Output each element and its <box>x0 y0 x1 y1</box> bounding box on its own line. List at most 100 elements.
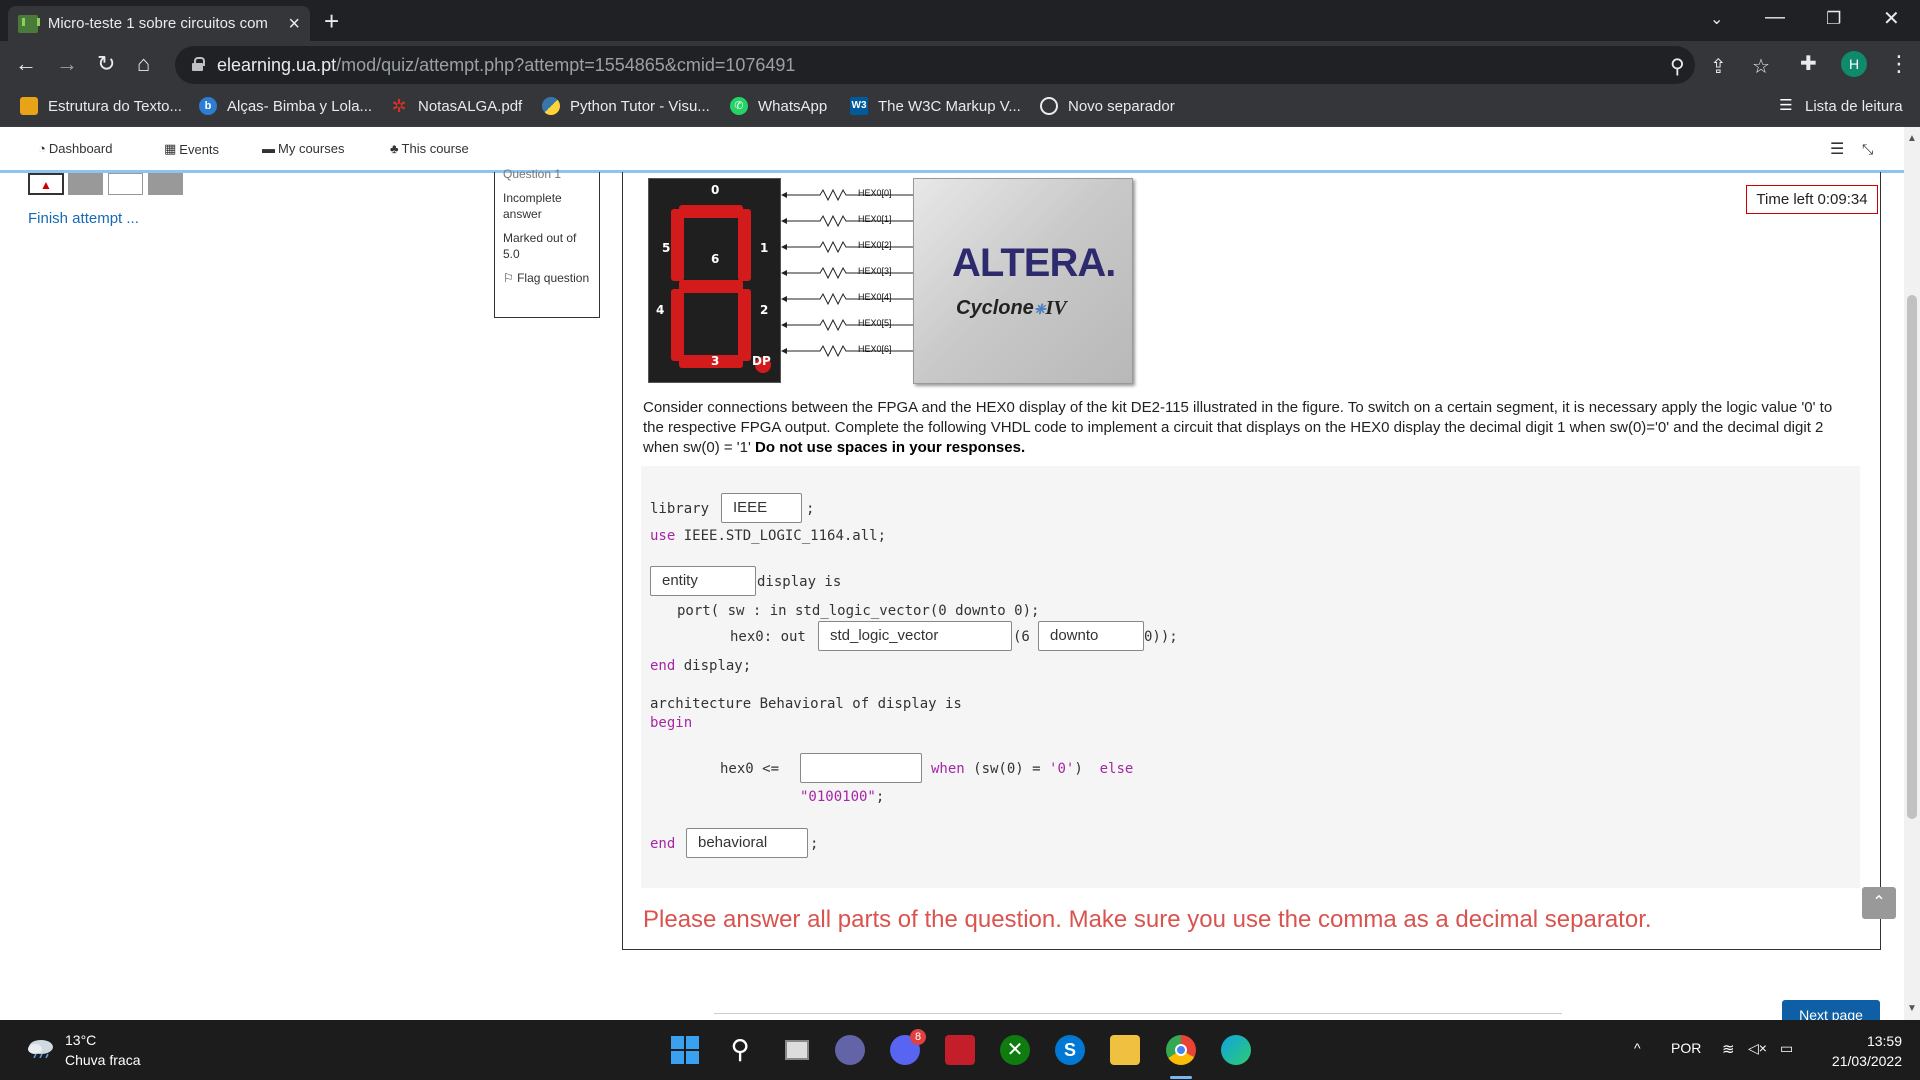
system-clock[interactable]: 13:59 21/03/2022 <box>1820 1031 1902 1071</box>
segment-label: 6 <box>711 252 720 266</box>
home-icon[interactable]: ⌂ <box>137 51 150 77</box>
teams-chat-icon[interactable] <box>835 1035 865 1065</box>
profile-avatar[interactable]: H <box>1841 51 1867 77</box>
battery-icon[interactable]: ▭ <box>1780 1040 1793 1057</box>
bookmark-item[interactable]: Python Tutor - Visu... <box>542 97 710 115</box>
resistor-wires <box>781 188 915 358</box>
file-explorer-icon[interactable] <box>1110 1035 1140 1065</box>
type-input[interactable]: std_logic_vector <box>818 621 1012 651</box>
toggle-drawer-icon[interactable]: ☰ <box>1830 139 1844 159</box>
minimize-icon[interactable]: — <box>1765 6 1785 29</box>
app-red-icon[interactable] <box>945 1035 975 1065</box>
windows-taskbar: 13°C Chuva fraca ⚲ 8 ✕ S ^ POR ≋ ◁× ▭ 13… <box>0 1020 1920 1080</box>
code-hex0-out: hex0: out <box>730 629 806 645</box>
code-library-kw: library <box>650 501 710 517</box>
cyclone-swirl-icon: ❈ <box>1033 301 1046 317</box>
zoom-icon[interactable]: ⚲ <box>1670 54 1685 79</box>
share-icon[interactable]: ⇪ <box>1710 54 1727 79</box>
nav-dashboard[interactable]: ◔ Dashboard <box>38 141 112 156</box>
w3c-favicon-icon: W3 <box>850 97 868 115</box>
reload-icon[interactable]: ↻ <box>97 51 115 77</box>
cloud-rain-icon <box>28 1040 53 1058</box>
quiz-nav-question-3[interactable] <box>108 173 143 195</box>
cyclone-logo: Cyclone❈IV <box>956 297 1067 319</box>
forward-icon[interactable]: → <box>56 51 78 77</box>
edge-icon[interactable] <box>1221 1035 1251 1065</box>
chevron-up-icon: ⌃ <box>1872 894 1886 911</box>
code-else-value: "0100100"; <box>800 789 885 805</box>
code-semicolon: ; <box>806 501 815 517</box>
wifi-icon[interactable]: ≋ <box>1722 1040 1735 1058</box>
scroll-up-icon[interactable]: ▲ <box>1907 133 1917 144</box>
segment-0 <box>679 205 743 218</box>
segment-1 <box>738 209 751 281</box>
address-bar[interactable]: elearning.ua.pt/mod/quiz/attempt.php?att… <box>175 46 1770 84</box>
bookmark-item[interactable]: W3 The W3C Markup V... <box>850 97 1021 115</box>
bookmark-item[interactable]: b Alças- Bimba y Lola... <box>199 97 372 115</box>
collapse-fullscreen-icon[interactable]: ⤡ <box>1862 141 1873 158</box>
code-end-kw: end <box>650 836 676 852</box>
end-name-input[interactable]: behavioral <box>686 828 808 858</box>
moodle-favicon-icon <box>18 14 40 33</box>
next-page-button[interactable]: Next page <box>1782 1000 1880 1022</box>
library-input[interactable]: IEEE <box>721 493 802 523</box>
assign-value-input[interactable] <box>800 753 922 783</box>
bookmark-item[interactable]: ✆ WhatsApp <box>730 97 827 115</box>
downto-input[interactable]: downto <box>1038 621 1144 651</box>
bookmark-item[interactable]: ✲ NotasALGA.pdf <box>390 97 522 115</box>
whatsapp-icon: ✆ <box>730 97 748 115</box>
browser-tab-active[interactable]: Micro-teste 1 sobre circuitos com × <box>8 6 310 41</box>
back-to-top-button[interactable]: ⌃ <box>1862 887 1896 919</box>
task-view-icon[interactable] <box>782 1035 812 1065</box>
nav-events[interactable]: ▦ Events <box>164 141 219 157</box>
nav-this-course[interactable]: ♣ This course <box>390 141 469 156</box>
seven-segment-display: 0 1 2 3 4 5 6 DP <box>648 178 781 383</box>
close-window-icon[interactable]: ✕ <box>1883 6 1900 31</box>
scroll-down-icon[interactable]: ▼ <box>1907 1003 1917 1014</box>
close-tab-icon[interactable]: × <box>288 14 300 34</box>
discord-icon[interactable]: 8 <box>890 1029 926 1065</box>
flag-question[interactable]: ⚐ Flag question <box>503 270 591 286</box>
quiz-nav-question-1[interactable]: ▲ <box>28 173 64 195</box>
chrome-icon[interactable] <box>1166 1035 1196 1065</box>
windows-start-icon[interactable] <box>670 1035 700 1065</box>
code-paren-6: (6 <box>1013 629 1030 645</box>
sitemap-icon: ♣ <box>390 141 399 156</box>
skype-icon[interactable]: S <box>1055 1035 1085 1065</box>
segment-label: 4 <box>656 303 665 317</box>
segment-4 <box>671 289 684 361</box>
input-language[interactable]: POR <box>1671 1040 1701 1056</box>
restore-icon[interactable]: ❐ <box>1826 9 1841 29</box>
reading-list-button[interactable]: ☰ Lista de leitura <box>1777 97 1902 115</box>
extensions-icon[interactable]: ✚ <box>1800 51 1817 76</box>
question-state: Incomplete answer <box>503 191 562 221</box>
code-end-display: end display; <box>650 658 752 674</box>
quiz-nav-question-2[interactable] <box>68 173 103 195</box>
chrome-active-indicator <box>1170 1076 1192 1079</box>
new-tab-icon[interactable]: + <box>324 8 339 34</box>
bookmark-item[interactable]: Estrutura do Texto... <box>20 97 182 115</box>
chrome-menu-icon[interactable]: ⋮ <box>1888 51 1910 77</box>
back-icon[interactable]: ← <box>15 51 37 77</box>
python-favicon-icon <box>542 97 560 115</box>
quiz-nav-question-4[interactable] <box>148 173 183 195</box>
segment-label: 2 <box>760 303 769 317</box>
url-text: elearning.ua.pt/mod/quiz/attempt.php?att… <box>217 55 796 75</box>
xbox-icon[interactable]: ✕ <box>1000 1035 1030 1065</box>
finish-attempt-link[interactable]: Finish attempt ... <box>28 210 139 227</box>
volume-muted-icon[interactable]: ◁× <box>1748 1040 1767 1057</box>
search-icon[interactable]: ⚲ <box>725 1035 755 1065</box>
page-scrollbar[interactable]: ▲ ▼ <box>1904 127 1920 1020</box>
chrome-newtab-icon <box>1040 97 1058 115</box>
bookmark-item[interactable]: Novo separador <box>1040 97 1175 115</box>
nav-my-courses[interactable]: ▬ My courses <box>262 141 344 156</box>
fpga-chip: ALTERA. Cyclone❈IV <box>913 178 1133 384</box>
entity-input[interactable]: entity <box>650 566 756 596</box>
tab-search-icon[interactable]: ⌄ <box>1710 9 1723 29</box>
browser-toolbar: ← → ↻ ⌂ elearning.ua.pt/mod/quiz/attempt… <box>0 41 1920 89</box>
segment-6 <box>679 280 743 293</box>
bookmark-star-icon[interactable]: ☆ <box>1752 54 1770 79</box>
scroll-thumb[interactable] <box>1907 295 1917 819</box>
show-hidden-icons-icon[interactable]: ^ <box>1634 1040 1641 1056</box>
lock-icon[interactable] <box>192 57 205 71</box>
